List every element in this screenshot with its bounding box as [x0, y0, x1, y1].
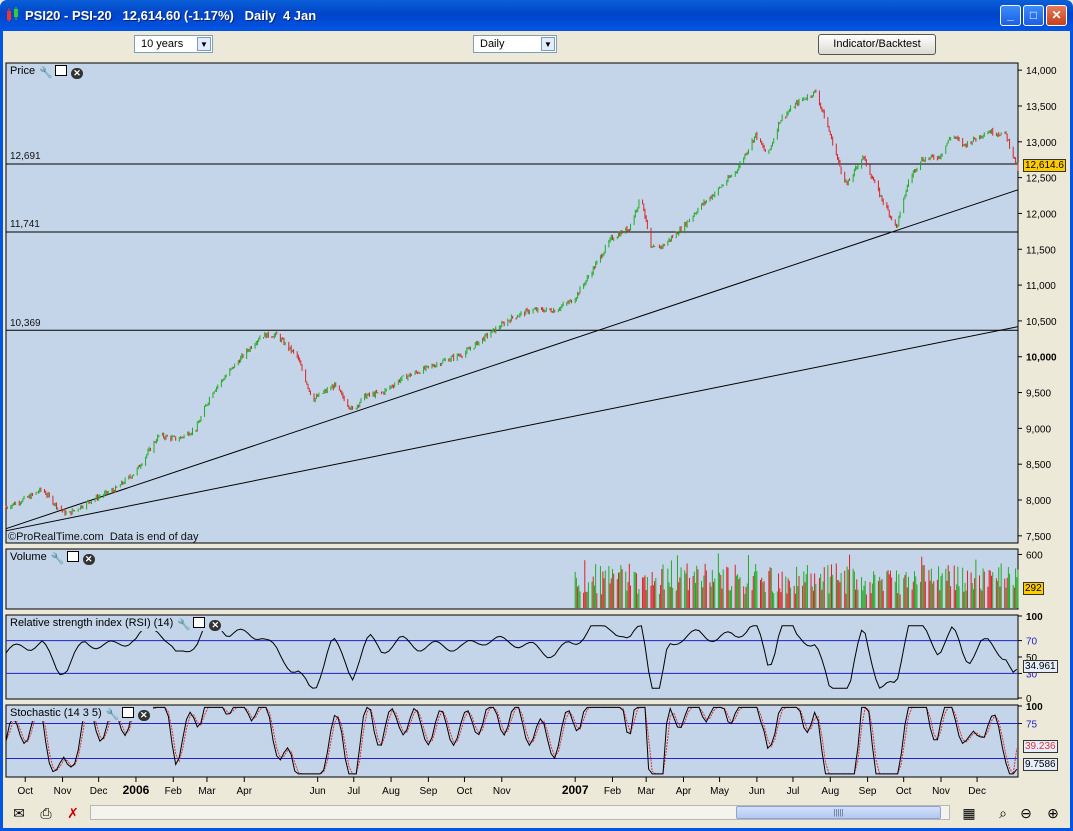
hline-label: 10,369: [10, 318, 41, 329]
window-icon[interactable]: [121, 707, 134, 718]
email-icon[interactable]: ✉: [9, 804, 29, 822]
x-tick-label: Dec: [90, 786, 108, 797]
stochastic-signal-badge: 39.236: [1023, 740, 1058, 753]
price-panel-title: Price: [10, 65, 36, 77]
zoom-in-icon[interactable]: ⊕: [1043, 804, 1063, 822]
wrench-icon[interactable]: 🔧: [51, 554, 65, 565]
y-tick-label: 10,000: [1026, 353, 1057, 364]
y-tick-label: 75: [1026, 720, 1038, 731]
x-tick-label: Jun: [310, 786, 326, 797]
x-tick-label: Sep: [419, 786, 437, 797]
y-tick-label: 12,500: [1026, 174, 1057, 185]
x-tick-label: May: [710, 786, 729, 797]
window-icon[interactable]: [55, 65, 68, 76]
y-tick-label: 8,000: [1026, 496, 1051, 507]
x-tick-label: Oct: [457, 786, 473, 797]
x-tick-label: Mar: [198, 786, 216, 797]
y-tick-label: 7,500: [1026, 532, 1051, 543]
volume-panel-title: Volume: [10, 551, 47, 563]
x-tick-label: Nov: [493, 786, 511, 797]
wrench-icon[interactable]: 🔧: [177, 620, 191, 631]
y-tick-label: 100: [1026, 612, 1043, 623]
close-circle-icon[interactable]: ✕: [209, 620, 222, 631]
y-tick-label: 8,500: [1026, 460, 1051, 471]
x-tick-label: Feb: [604, 786, 622, 797]
close-circle-icon[interactable]: ✕: [71, 68, 84, 79]
hline-label: 12,691: [10, 151, 41, 162]
y-tick-label: 10,500: [1026, 317, 1057, 328]
price-current-badge: 12,614.6: [1023, 159, 1066, 172]
rsi-current-badge: 34.961: [1023, 660, 1058, 673]
x-tick-label: Oct: [17, 786, 33, 797]
x-tick-label: Dec: [968, 786, 986, 797]
x-tick-label: Apr: [236, 786, 252, 797]
x-tick-label: Apr: [676, 786, 692, 797]
window-icon[interactable]: [66, 551, 79, 562]
y-tick-label: 14,000: [1026, 66, 1057, 77]
x-tick-label: Feb: [165, 786, 183, 797]
y-tick-label: 11,000: [1026, 281, 1056, 292]
horizontal-scrollbar[interactable]: |||||: [90, 805, 950, 820]
watermark-text: ©ProRealTime.com Data is end of day: [8, 531, 199, 543]
x-tick-label: Oct: [896, 786, 912, 797]
stochastic-panel[interactable]: [5, 704, 1019, 778]
wrench-icon[interactable]: 🔧: [106, 710, 120, 721]
chart-settings-icon[interactable]: ▦: [959, 804, 979, 822]
y-tick-label: 11,500: [1026, 245, 1056, 256]
stochastic-panel-header: Stochastic (14 3 5) 🔧 ✕: [7, 706, 153, 721]
x-tick-label: Sep: [859, 786, 877, 797]
close-circle-icon[interactable]: ✕: [82, 554, 95, 565]
x-tick-label: Jul: [787, 786, 800, 797]
stochastic-main-badge: 9.7586: [1023, 758, 1058, 771]
print-icon[interactable]: ⎙: [36, 804, 56, 822]
hline-label: 11,741: [10, 219, 40, 230]
rsi-panel-header: Relative strength index (RSI) (14) 🔧 ✕: [7, 616, 225, 631]
x-tick-label: 2006: [123, 783, 150, 797]
chart-canvas[interactable]: 600 1007050300 10075 14,00013,50013,0001…: [0, 0, 1073, 799]
y-tick-label: 600: [1026, 550, 1043, 561]
x-tick-label: 2007: [562, 783, 589, 797]
y-tick-label: 100: [1026, 702, 1043, 713]
stochastic-panel-title: Stochastic (14 3 5): [10, 707, 102, 719]
price-panel-header: Price 🔧 ✕: [7, 64, 87, 79]
wrench-icon[interactable]: 🔧: [39, 68, 53, 79]
scroll-thumb[interactable]: |||||: [736, 806, 941, 819]
delete-icon[interactable]: ✗: [63, 804, 83, 822]
x-tick-label: Nov: [932, 786, 950, 797]
y-tick-label: 13,000: [1026, 138, 1057, 149]
close-circle-icon[interactable]: ✕: [137, 710, 150, 721]
y-tick-label: 70: [1026, 637, 1038, 648]
x-tick-label: Nov: [54, 786, 72, 797]
x-tick-label: Jul: [347, 786, 360, 797]
y-tick-label: 9,000: [1026, 424, 1051, 435]
x-tick-label: Mar: [638, 786, 656, 797]
x-tick-label: Jun: [749, 786, 765, 797]
zoom-out-icon[interactable]: ⊖: [1016, 804, 1036, 822]
y-tick-label: 12,000: [1026, 209, 1057, 220]
price-panel[interactable]: [5, 62, 1019, 544]
window-icon[interactable]: [193, 617, 206, 628]
volume-panel-header: Volume 🔧 ✕: [7, 550, 98, 565]
volume-current-badge: 292: [1023, 582, 1044, 595]
y-tick-label: 9,500: [1026, 389, 1051, 400]
zoom-fit-icon[interactable]: ⌕: [993, 804, 1013, 822]
rsi-panel-title: Relative strength index (RSI) (14): [10, 617, 174, 629]
x-tick-label: Aug: [382, 786, 400, 797]
y-tick-label: 13,500: [1026, 102, 1057, 113]
x-tick-label: Aug: [821, 786, 839, 797]
